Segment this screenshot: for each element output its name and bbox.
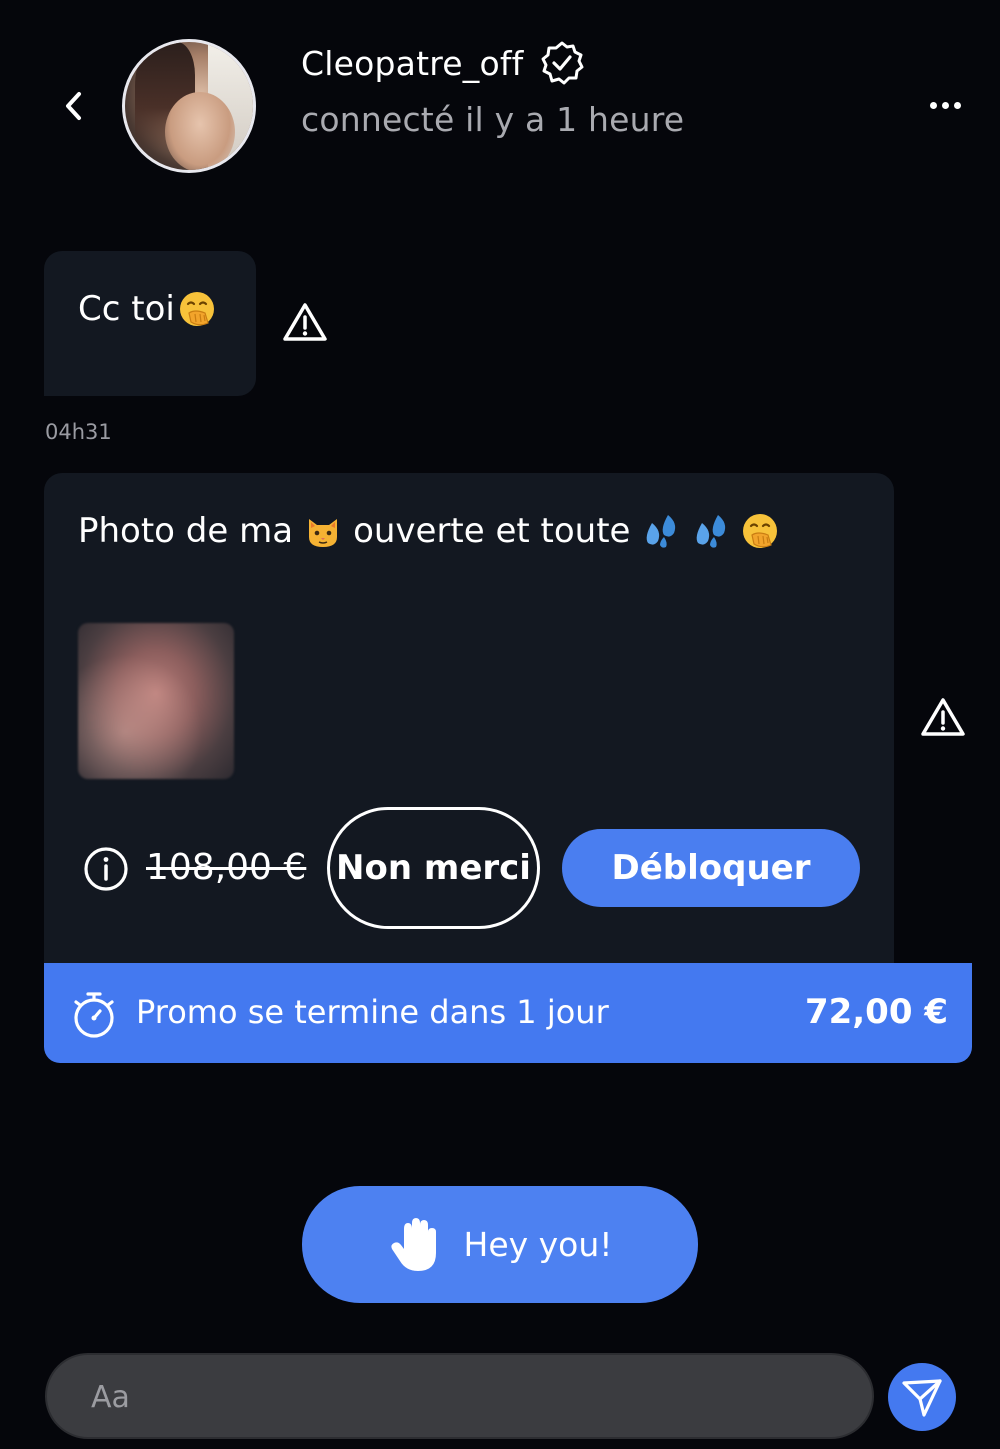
username[interactable]: Cleopatre_off [301, 44, 523, 83]
decline-button[interactable]: Non merci [327, 807, 540, 929]
online-status: connecté il y a 1 heure [301, 100, 685, 139]
dot-icon [953, 101, 961, 109]
message-text-row: Photo de ma ouverte et toute [78, 511, 780, 551]
face-with-hand-over-mouth-icon [179, 292, 214, 326]
send-button[interactable] [888, 1363, 956, 1431]
message-text: Cc toi [78, 289, 175, 329]
username-row[interactable]: Cleopatre_off [301, 40, 585, 86]
dot-icon [941, 101, 949, 109]
message-text-part: ouverte et toute [353, 511, 631, 551]
warning-icon[interactable] [281, 299, 329, 347]
stopwatch-icon [74, 992, 114, 1038]
message-timestamp: 04h31 [45, 420, 112, 444]
paid-message-bubble: Photo de ma ouverte et toute 108,00 € No… [44, 473, 894, 963]
promo-text: Promo se termine dans 1 jour [136, 993, 609, 1031]
back-button[interactable] [52, 82, 96, 130]
quick-reply-button[interactable]: Hey you! [302, 1186, 698, 1303]
verified-badge-icon [541, 41, 584, 85]
locked-media-thumbnail[interactable] [78, 623, 234, 779]
original-price: 108,00 € [146, 847, 307, 888]
raised-hand-icon [390, 1217, 436, 1271]
quick-reply-label: Hey you! [463, 1225, 613, 1264]
message-bubble[interactable]: Cc toi [44, 251, 256, 396]
face-with-hand-over-mouth-icon [743, 514, 778, 548]
message-input[interactable] [91, 1371, 831, 1423]
info-icon[interactable] [82, 845, 130, 893]
cat-face-icon [309, 519, 338, 547]
warning-icon[interactable] [919, 694, 967, 742]
message-text-part: Photo de ma [78, 511, 294, 551]
avatar[interactable] [122, 39, 256, 173]
message-text-row: Cc toi [78, 289, 217, 329]
chevron-left-icon [66, 92, 81, 120]
sweat-droplets-icon [647, 515, 676, 548]
promo-price: 72,00 € [804, 992, 948, 1032]
promo-banner: Promo se termine dans 1 jour 72,00 € [44, 963, 972, 1063]
send-icon [902, 1379, 942, 1417]
message-composer[interactable] [45, 1353, 874, 1439]
avatar-figure [165, 92, 235, 170]
chat-screen: Cleopatre_off connecté il y a 1 heure Cc… [0, 0, 1000, 1449]
unlock-button[interactable]: Débloquer [562, 829, 860, 907]
dot-icon [929, 101, 937, 109]
more-options-button[interactable] [920, 88, 970, 122]
sweat-droplets-icon [697, 515, 726, 548]
